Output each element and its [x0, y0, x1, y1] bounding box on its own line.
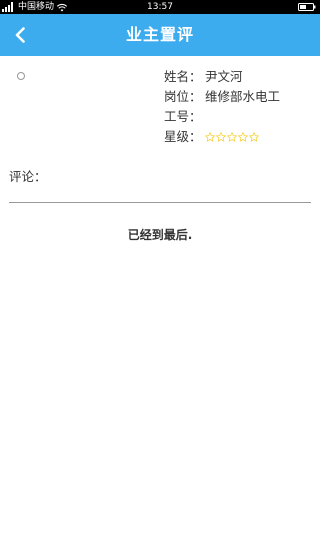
worker-info: 姓名： 尹文河 岗位： 维修部水电工 工号： 星级： — [164, 67, 280, 147]
name-row: 姓名： 尹文河 — [164, 67, 280, 87]
star-icon[interactable] — [227, 132, 237, 142]
position-value: 维修部水电工 — [205, 89, 281, 104]
name-value: 尹文河 — [205, 69, 243, 84]
app-header: 业主置评 — [0, 14, 320, 56]
id-row: 工号： — [164, 107, 280, 127]
name-label: 姓名： — [164, 69, 202, 84]
battery-icon — [298, 3, 316, 11]
rating-row: 星级： — [164, 127, 280, 147]
star-icon[interactable] — [216, 132, 226, 142]
comment-field[interactable] — [9, 190, 311, 203]
page-title: 业主置评 — [125, 25, 194, 44]
position-label: 岗位： — [164, 89, 202, 104]
id-label: 工号： — [164, 109, 202, 124]
status-time: 13:57 — [147, 2, 173, 12]
star-icon[interactable] — [238, 132, 248, 142]
position-row: 岗位： 维修部水电工 — [164, 87, 280, 107]
list-end-text: 已经到最后. — [127, 228, 193, 242]
rating-label: 星级： — [164, 129, 202, 144]
star-rating — [205, 132, 259, 142]
star-icon[interactable] — [249, 132, 259, 142]
avatar — [17, 72, 25, 80]
comment-label: 评论： — [9, 169, 47, 184]
star-icon[interactable] — [205, 132, 215, 142]
status-bar: 中国移动 13:57 — [0, 0, 320, 14]
